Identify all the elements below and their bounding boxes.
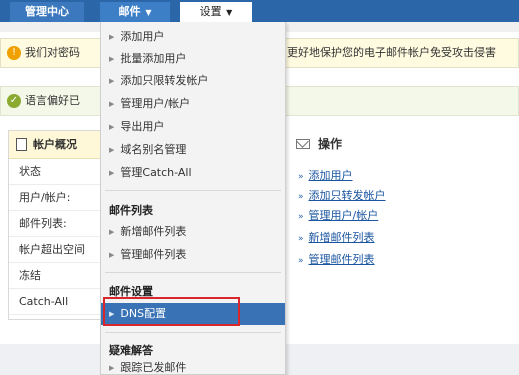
menu-item-bulk-add-users[interactable]: ▶ 批量添加用户 bbox=[101, 48, 285, 70]
bullet-icon: » bbox=[298, 256, 304, 266]
tab-admin-label: 管理中心 bbox=[25, 5, 69, 18]
account-row-status: 状态 bbox=[9, 159, 107, 185]
arrow-right-icon: ▶ bbox=[109, 251, 115, 259]
menu-item-add-user[interactable]: ▶ 添加用户 bbox=[101, 26, 285, 48]
account-overview-header: 帐户概况 bbox=[9, 131, 107, 159]
menu-item-label: 导出用户 bbox=[120, 120, 165, 133]
highlight-box bbox=[103, 297, 240, 326]
menu-item-new-mail-list[interactable]: ▶ 新增邮件列表 bbox=[101, 221, 285, 243]
bullet-icon: » bbox=[298, 212, 304, 222]
envelope-icon bbox=[296, 139, 310, 149]
menu-item-label: 管理邮件列表 bbox=[120, 248, 187, 261]
menu-divider bbox=[105, 272, 281, 273]
arrow-right-icon: ▶ bbox=[109, 146, 115, 154]
menu-item-label: 新增邮件列表 bbox=[120, 225, 187, 238]
menu-item-label: 管理用户/帐户 bbox=[120, 97, 191, 110]
arrow-right-icon: ▶ bbox=[109, 169, 115, 177]
menu-item-label: 域名别名管理 bbox=[120, 143, 187, 156]
op-link-add-forward-account[interactable]: » 添加只转发帐户 bbox=[298, 188, 386, 204]
info-icon: ! bbox=[7, 46, 21, 60]
menu-item-label: 添加只限转发帐户 bbox=[120, 74, 209, 87]
chevron-down-icon: ▼ bbox=[223, 8, 233, 17]
check-icon: ✓ bbox=[7, 94, 21, 108]
menu-item-export-users[interactable]: ▶ 导出用户 bbox=[101, 116, 285, 138]
arrow-right-icon: ▶ bbox=[109, 55, 115, 63]
top-nav-bar: 管理中心 邮件 ▼ 设置 ▼ bbox=[0, 0, 519, 22]
menu-divider bbox=[105, 332, 281, 333]
menu-item-domain-alias[interactable]: ▶ 域名别名管理 bbox=[101, 139, 285, 161]
operations-header: 操作 bbox=[292, 134, 342, 154]
arrow-right-icon: ▶ bbox=[109, 228, 115, 236]
arrow-right-icon: ▶ bbox=[109, 123, 115, 131]
op-link-label: 添加只转发帐户 bbox=[308, 189, 386, 202]
arrow-right-icon: ▶ bbox=[109, 33, 115, 41]
menu-item-add-forward-account[interactable]: ▶ 添加只限转发帐户 bbox=[101, 70, 285, 92]
menu-heading-mail-list: 邮件列表 bbox=[109, 204, 153, 217]
bullet-icon: » bbox=[298, 172, 304, 182]
arrow-right-icon: ▶ bbox=[109, 100, 115, 108]
tab-admin-center[interactable]: 管理中心 bbox=[10, 2, 84, 22]
chevron-down-icon: ▼ bbox=[142, 8, 152, 17]
op-link-manage-users[interactable]: » 管理用户/帐户 bbox=[298, 208, 378, 224]
document-icon bbox=[16, 138, 27, 151]
menu-item-manage-mail-list[interactable]: ▶ 管理邮件列表 bbox=[101, 244, 285, 266]
menu-heading-troubleshoot: 疑难解答 bbox=[109, 344, 153, 357]
arrow-right-icon: ▶ bbox=[109, 364, 115, 372]
menu-item-label: 管理Catch-All bbox=[120, 166, 192, 179]
security-notice-text-right: 更好地保护您的电子邮件帐户免受攻击侵害 bbox=[287, 46, 496, 59]
tab-mail[interactable]: 邮件 ▼ bbox=[100, 2, 170, 22]
op-link-add-user[interactable]: » 添加用户 bbox=[298, 168, 353, 184]
account-row-frozen: 冻结 bbox=[9, 263, 107, 289]
language-notice-text: 语言偏好已 bbox=[25, 94, 80, 107]
op-link-label: 新增邮件列表 bbox=[308, 231, 375, 244]
account-overview-title: 帐户概况 bbox=[33, 138, 77, 151]
menu-item-label: 跟踪已发邮件 bbox=[120, 361, 187, 374]
op-link-label: 管理用户/帐户 bbox=[308, 209, 379, 222]
operations-panel: 操作 » 添加用户 » 添加只转发帐户 » 管理用户/帐户 » 新增邮件列表 » 管理邮件… bbox=[288, 130, 519, 320]
bullet-icon: » bbox=[298, 192, 304, 202]
tab-settings-label: 设置 bbox=[199, 5, 222, 18]
op-link-label: 添加用户 bbox=[308, 169, 353, 182]
menu-item-track-sent-mail[interactable]: ▶ 跟踪已发邮件 bbox=[101, 360, 285, 375]
arrow-right-icon: ▶ bbox=[109, 77, 115, 85]
menu-divider bbox=[105, 190, 281, 191]
tab-mail-label: 邮件 bbox=[118, 5, 141, 18]
op-link-label: 管理邮件列表 bbox=[308, 253, 375, 266]
account-row-users: 用户/帐户: bbox=[9, 185, 107, 211]
menu-item-manage-users[interactable]: ▶ 管理用户/帐户 bbox=[101, 93, 285, 115]
menu-item-manage-catch-all[interactable]: ▶ 管理Catch-All bbox=[101, 162, 285, 184]
account-row-over-quota: 帐户超出空间 bbox=[9, 237, 107, 263]
account-overview-panel: 帐户概况 状态 用户/帐户: 邮件列表: 帐户超出空间 冻结 Catch-All bbox=[8, 130, 108, 320]
op-link-manage-mail-list[interactable]: » 管理邮件列表 bbox=[298, 252, 375, 268]
security-notice-text-left: 我们对密码 bbox=[25, 46, 80, 59]
op-link-new-mail-list[interactable]: » 新增邮件列表 bbox=[298, 230, 375, 246]
account-row-mail-lists: 邮件列表: bbox=[9, 211, 107, 237]
tab-settings[interactable]: 设置 ▼ bbox=[180, 2, 252, 22]
account-row-catch-all: Catch-All bbox=[9, 289, 107, 315]
menu-item-label: 添加用户 bbox=[120, 30, 165, 43]
menu-item-label: 批量添加用户 bbox=[120, 52, 187, 65]
operations-title: 操作 bbox=[318, 137, 343, 151]
bullet-icon: » bbox=[298, 234, 304, 244]
